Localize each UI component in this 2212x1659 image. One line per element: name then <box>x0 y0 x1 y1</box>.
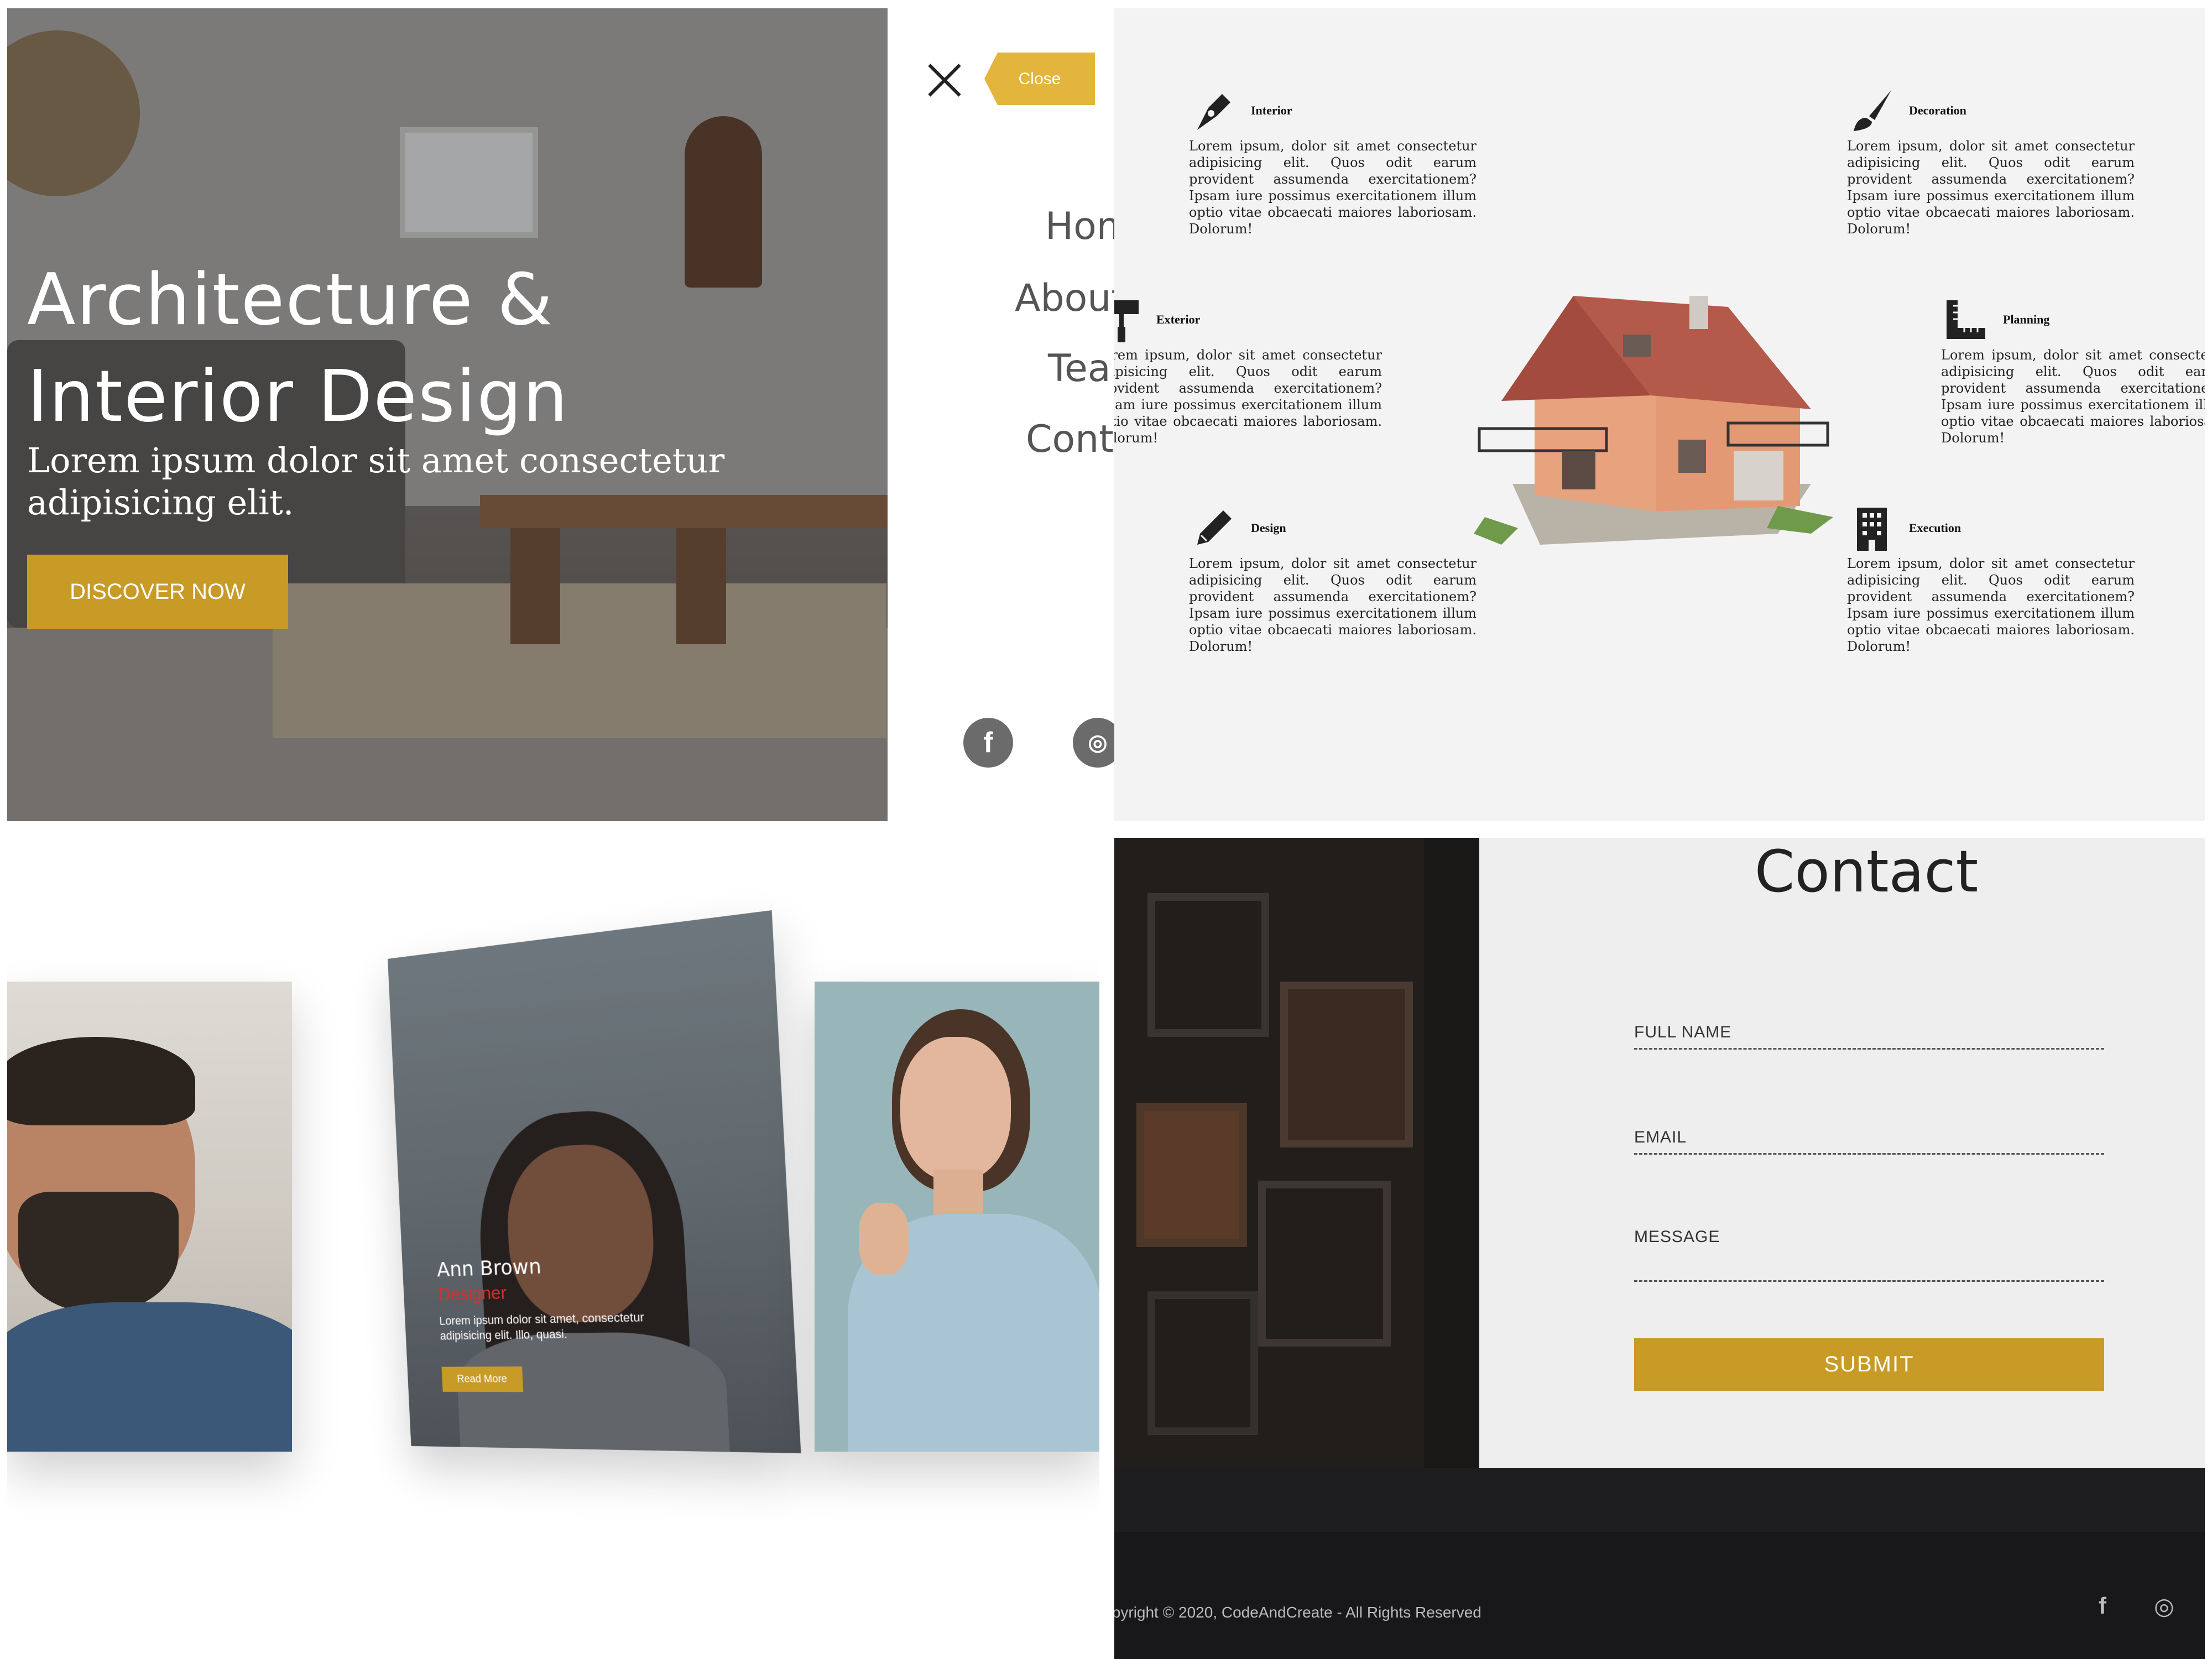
pen-nib-icon <box>1197 94 1230 130</box>
team-section: Ann Brown Designer Lorem ipsum dolor sit… <box>7 835 1099 1659</box>
message-field[interactable] <box>1634 1280 2104 1282</box>
team-member-role: Designer <box>437 1282 507 1305</box>
service-planning: Planning Lorem ipsum, dolor sit amet con… <box>1941 295 2205 446</box>
full-name-label: FULL NAME <box>1634 1023 1732 1041</box>
hero-title-line2: Interior Design <box>27 356 569 438</box>
hero-title: Architecture & Interior Design <box>27 252 569 445</box>
service-interior: Interior Lorem ipsum, dolor sit amet con… <box>1189 86 1477 237</box>
nav-link-about[interactable]: About <box>1015 276 1114 320</box>
paint-roller-icon <box>1114 300 1139 342</box>
nav-link-contact[interactable]: Contact <box>1026 418 1114 461</box>
service-execution: Execution Lorem ipsum, dolor sit amet co… <box>1847 503 2135 655</box>
team-member-name: Ann Brown <box>436 1254 542 1282</box>
hero-section: Architecture & Interior Design Lorem ips… <box>7 8 888 821</box>
service-exterior: Exterior Lorem ipsum, dolor sit amet con… <box>1114 295 1382 446</box>
message-label: MESSAGE <box>1634 1228 1720 1246</box>
hero-title-line1: Architecture & <box>27 259 554 341</box>
pencil-icon <box>1197 510 1232 545</box>
full-name-field[interactable] <box>1634 1048 2104 1050</box>
building-panel <box>1147 893 1269 1037</box>
team-card[interactable] <box>815 982 1099 1452</box>
copyright-text: Copyright © 2020, CodeAndCreate - All Ri… <box>1114 1604 1481 1621</box>
service-title: Planning <box>2003 312 2050 326</box>
service-text: Lorem ipsum, dolor sit amet consectetur … <box>1189 138 1477 237</box>
man-hair <box>7 1037 195 1125</box>
ruler-combined-icon <box>1947 300 1985 339</box>
woman-hand <box>859 1203 909 1275</box>
nav-link-home[interactable]: Home <box>1045 205 1114 248</box>
building-panel <box>1147 1291 1258 1435</box>
services-section: Interior Lorem ipsum, dolor sit amet con… <box>1114 8 2205 821</box>
house-illustration <box>1474 296 1833 545</box>
email-label: EMAIL <box>1634 1128 1687 1146</box>
close-button[interactable]: Close <box>984 53 1095 105</box>
team-member-bio: Lorem ipsum dolor sit amet, consectetur … <box>439 1310 645 1343</box>
service-title: Design <box>1251 521 1286 535</box>
building-panel <box>1136 1103 1247 1247</box>
close-icon[interactable] <box>925 61 964 100</box>
team-card[interactable] <box>7 982 292 1452</box>
facebook-icon[interactable]: f <box>2099 1593 2106 1619</box>
paint-brush-icon <box>1854 90 1891 131</box>
contact-title: Contact <box>1754 838 1979 905</box>
discover-now-button[interactable]: DISCOVER NOW <box>27 555 288 629</box>
service-design: Design Lorem ipsum, dolor sit amet conse… <box>1189 503 1477 655</box>
contact-section: Contact FULL NAME EMAIL MESSAGE SUBMIT C… <box>1114 838 2205 1659</box>
instagram-icon[interactable]: ◎ <box>1073 718 1114 768</box>
email-field[interactable] <box>1634 1153 2104 1155</box>
service-title: Interior <box>1251 103 1292 117</box>
nav-overlay: Close Home About Team Contact f ◎ <box>888 8 1114 821</box>
service-title: Decoration <box>1909 103 1966 117</box>
read-more-button[interactable]: Read More <box>441 1366 524 1392</box>
footer: Copyright © 2020, CodeAndCreate - All Ri… <box>1114 1532 2205 1659</box>
service-text: Lorem ipsum, dolor sit amet consectetur … <box>1847 556 2135 654</box>
contact-form: Contact FULL NAME EMAIL MESSAGE SUBMIT <box>1479 838 2205 1468</box>
nav-link-team[interactable]: Team <box>1048 347 1114 390</box>
building-panel <box>1258 1181 1391 1347</box>
service-text: Lorem ipsum, dolor sit amet consectetur … <box>1189 556 1477 654</box>
building-image <box>1114 838 1479 1468</box>
instagram-icon[interactable]: ◎ <box>2154 1593 2174 1620</box>
building-panel <box>1280 982 1413 1147</box>
service-title: Exterior <box>1156 312 1201 326</box>
service-text: Lorem ipsum, dolor sit amet consectetur … <box>1941 347 2205 446</box>
man-beard <box>18 1192 179 1313</box>
service-text: Lorem ipsum, dolor sit amet consectetur … <box>1847 138 2135 237</box>
submit-button[interactable]: SUBMIT <box>1634 1338 2104 1391</box>
service-title: Execution <box>1909 521 1961 535</box>
hero-subtitle: Lorem ipsum dolor sit amet consectetur a… <box>27 440 725 523</box>
service-decoration: Decoration Lorem ipsum, dolor sit amet c… <box>1847 86 2135 237</box>
woman-face <box>900 1037 1011 1181</box>
facebook-icon[interactable]: f <box>963 718 1013 768</box>
team-card-featured[interactable]: Ann Brown Designer Lorem ipsum dolor sit… <box>387 910 801 1453</box>
man-shirt <box>7 1302 292 1452</box>
service-text: Lorem ipsum, dolor sit amet consectetur … <box>1114 347 1382 446</box>
